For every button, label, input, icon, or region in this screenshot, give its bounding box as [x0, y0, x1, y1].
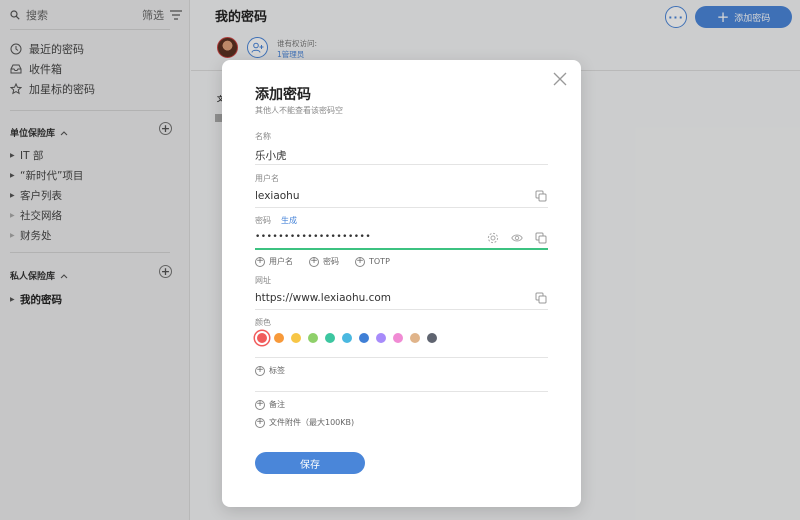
- name-field[interactable]: 乐小虎: [255, 148, 287, 163]
- password-label: 密码: [255, 216, 271, 225]
- add-attachment-option[interactable]: + 文件附件（最大100KB): [255, 417, 354, 428]
- add-tags-option[interactable]: + 标签: [255, 365, 285, 376]
- generate-password-link[interactable]: 生成: [281, 216, 297, 225]
- color-swatch[interactable]: [427, 333, 437, 343]
- color-swatch[interactable]: [410, 333, 420, 343]
- url-field[interactable]: https://www.lexiaohu.com: [255, 292, 391, 304]
- copy-icon[interactable]: [535, 292, 547, 304]
- color-swatch[interactable]: [325, 333, 335, 343]
- dialog-title: 添加密码: [255, 87, 311, 103]
- add-totp-option[interactable]: + TOTP: [355, 256, 390, 267]
- color-swatch[interactable]: [308, 333, 318, 343]
- option-label: 用户名: [269, 257, 293, 266]
- copy-icon[interactable]: [535, 190, 547, 202]
- eye-icon[interactable]: [511, 232, 523, 244]
- notes-label: 备注: [269, 400, 285, 409]
- add-password-option[interactable]: + 密码: [309, 256, 339, 267]
- password-label-row: 密码 生成: [255, 215, 297, 226]
- add-field-options: + 用户名 + 密码 + TOTP: [255, 256, 406, 267]
- gear-icon[interactable]: [487, 232, 499, 244]
- field-underline: [255, 164, 548, 165]
- color-swatch[interactable]: [359, 333, 369, 343]
- plus-circle-icon: +: [255, 365, 265, 376]
- add-username-option[interactable]: + 用户名: [255, 256, 293, 267]
- username-field[interactable]: lexiaohu: [255, 190, 300, 202]
- field-underline: [255, 207, 548, 208]
- add-password-dialog: 添加密码 其他人不能查看该密码空 名称 乐小虎 用户名 lexiaohu 密码 生…: [222, 60, 581, 507]
- field-underline: [255, 357, 548, 358]
- save-button[interactable]: 保存: [255, 452, 365, 474]
- plus-circle-icon: +: [355, 256, 365, 267]
- password-field[interactable]: ••••••••••••••••••••: [255, 232, 371, 242]
- add-notes-option[interactable]: + 备注: [255, 399, 285, 410]
- plus-circle-icon: +: [255, 417, 265, 428]
- option-label: TOTP: [369, 257, 390, 266]
- color-swatch[interactable]: [291, 333, 301, 343]
- color-swatch[interactable]: [376, 333, 386, 343]
- color-swatch[interactable]: [274, 333, 284, 343]
- color-swatch[interactable]: [255, 331, 269, 345]
- option-label: 密码: [323, 257, 339, 266]
- color-picker: [255, 331, 444, 345]
- close-icon[interactable]: [553, 72, 567, 86]
- url-label: 网址: [255, 276, 271, 285]
- field-underline-active: [255, 248, 548, 250]
- plus-circle-icon: +: [255, 399, 265, 410]
- field-underline: [255, 309, 548, 310]
- copy-icon[interactable]: [535, 232, 547, 244]
- tags-label: 标签: [269, 366, 285, 375]
- attachment-label: 文件附件（最大100KB): [269, 418, 355, 427]
- plus-circle-icon: +: [309, 256, 319, 267]
- color-label: 颜色: [255, 318, 271, 327]
- color-swatch[interactable]: [393, 333, 403, 343]
- plus-circle-icon: +: [255, 256, 265, 267]
- username-label: 用户名: [255, 174, 279, 183]
- color-swatch[interactable]: [342, 333, 352, 343]
- dialog-subtitle: 其他人不能查看该密码空: [255, 106, 343, 115]
- field-underline: [255, 391, 548, 392]
- name-label: 名称: [255, 132, 271, 141]
